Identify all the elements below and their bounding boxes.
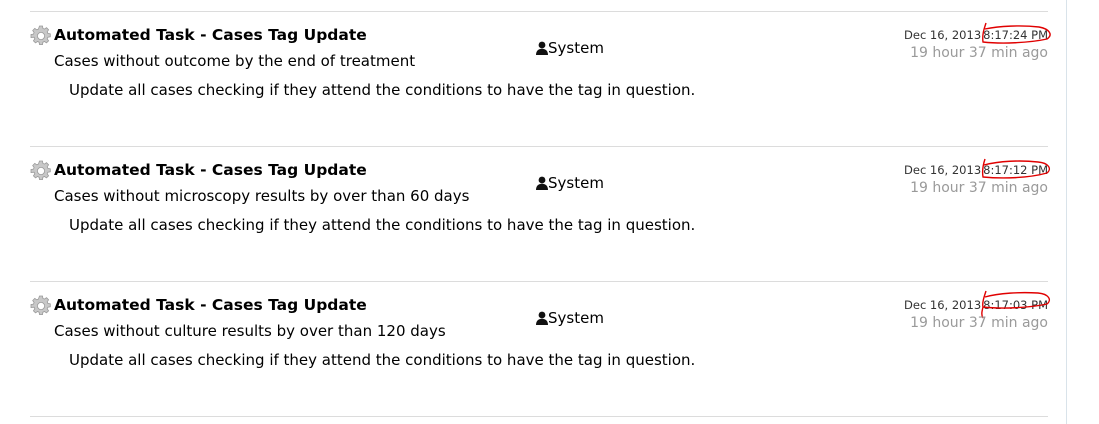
- entry-title: Automated Task - Cases Tag Update: [54, 26, 367, 44]
- entry-time: 8:17:03 PM: [981, 290, 1051, 319]
- entry-relative-time: 19 hour 37 min ago: [910, 45, 1048, 61]
- activity-entry: Automated Task - Cases Tag Update Cases …: [0, 158, 1066, 280]
- activity-entry: Automated Task - Cases Tag Update Cases …: [0, 290, 1066, 415]
- user-icon: [536, 176, 548, 190]
- entry-relative-time: 19 hour 37 min ago: [910, 180, 1048, 196]
- entry-title: Automated Task - Cases Tag Update: [54, 296, 367, 314]
- entry-date-day: Dec 16, 2013: [904, 28, 982, 42]
- entry-time: 8:17:24 PM: [981, 22, 1051, 44]
- entry-subtitle: Cases without culture results by over th…: [54, 322, 446, 340]
- entry-description: Update all cases checking if they attend…: [69, 351, 696, 369]
- gear-icon: [30, 160, 52, 182]
- entry-title: Automated Task - Cases Tag Update: [54, 161, 367, 179]
- entry-description: Update all cases checking if they attend…: [69, 81, 696, 99]
- entry-date: Dec 16, 2013 8:17:12 PM: [904, 158, 1051, 179]
- entry-subtitle: Cases without microscopy results by over…: [54, 187, 470, 205]
- gear-icon: [30, 25, 52, 47]
- divider: [30, 416, 1048, 417]
- activity-log-panel: Automated Task - Cases Tag Update Cases …: [0, 0, 1099, 424]
- entry-subtitle: Cases without outcome by the end of trea…: [54, 52, 416, 70]
- panel-right-border: [1066, 0, 1067, 424]
- entry-date: Dec 16, 2013 8:17:24 PM: [904, 22, 1051, 44]
- user-icon: [536, 41, 548, 55]
- user-icon: [536, 311, 548, 325]
- entry-time: 8:17:12 PM: [981, 158, 1051, 179]
- entry-user: System: [536, 39, 604, 57]
- divider: [30, 11, 1048, 12]
- entry-relative-time: 19 hour 37 min ago: [910, 315, 1048, 331]
- divider: [30, 281, 1048, 282]
- entry-user-name: System: [548, 174, 604, 192]
- entry-user-name: System: [548, 39, 604, 57]
- gear-icon: [30, 295, 52, 317]
- entry-description: Update all cases checking if they attend…: [69, 216, 696, 234]
- entry-date: Dec 16, 2013 8:17:03 PM: [904, 290, 1051, 319]
- divider: [30, 146, 1048, 147]
- entry-user: System: [536, 309, 604, 327]
- activity-entry: Automated Task - Cases Tag Update Cases …: [0, 22, 1066, 145]
- entry-date-day: Dec 16, 2013: [904, 163, 982, 177]
- entry-user: System: [536, 174, 604, 192]
- entry-date-day: Dec 16, 2013: [904, 298, 982, 312]
- entry-user-name: System: [548, 309, 604, 327]
